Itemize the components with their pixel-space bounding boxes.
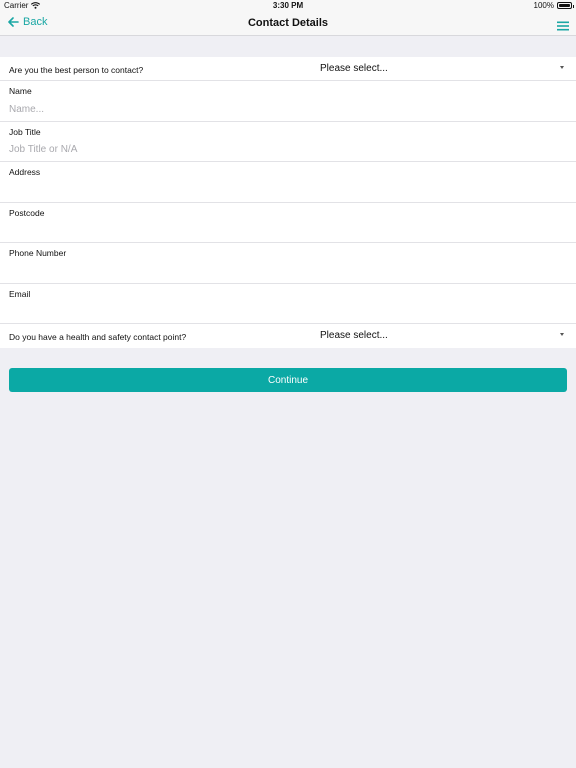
health-safety-select[interactable]: Please select... [320, 330, 388, 341]
contact-form: Are you the best person to contact? Plea… [0, 57, 576, 348]
name-row: Name [0, 81, 576, 122]
postcode-label: Postcode [9, 207, 45, 218]
status-bar: Carrier 3:30 PM 100% [0, 0, 576, 12]
menu-button[interactable] [557, 18, 569, 36]
job-title-label: Job Title [9, 126, 41, 137]
phone-input[interactable] [9, 264, 559, 278]
battery-percent: 100% [533, 1, 554, 10]
page-title: Contact Details [247, 17, 329, 29]
navigation-bar: Back Contact Details [0, 12, 576, 36]
dropdown-caret-icon [560, 66, 564, 69]
address-row: Address [0, 162, 576, 203]
phone-row: Phone Number [0, 243, 576, 284]
email-row: Email [0, 284, 576, 324]
postcode-input[interactable] [9, 223, 559, 238]
address-label: Address [9, 167, 41, 177]
name-label: Name [9, 86, 32, 96]
phone-label: Phone Number [9, 248, 67, 258]
email-input[interactable] [9, 304, 559, 319]
best-person-question: Are you the best person to contact? [9, 65, 144, 75]
address-input[interactable] [9, 183, 559, 197]
job-title-row: Job Title [0, 122, 576, 162]
continue-button[interactable]: Continue [9, 368, 567, 392]
status-time: 3:30 PM [272, 1, 304, 10]
postcode-row: Postcode [0, 203, 576, 243]
hamburger-menu-icon [557, 21, 569, 31]
health-safety-question: Do you have a health and safety contact … [9, 332, 187, 342]
email-label: Email [9, 288, 31, 299]
best-person-row[interactable]: Are you the best person to contact? Plea… [0, 57, 576, 81]
best-person-select[interactable]: Please select... [320, 63, 388, 74]
battery-icon [557, 2, 574, 9]
dropdown-caret-icon [560, 333, 564, 336]
health-safety-row[interactable]: Do you have a health and safety contact … [0, 324, 576, 348]
name-input[interactable] [9, 102, 559, 116]
battery-info: 100% [533, 1, 574, 10]
job-title-input[interactable] [9, 142, 559, 157]
